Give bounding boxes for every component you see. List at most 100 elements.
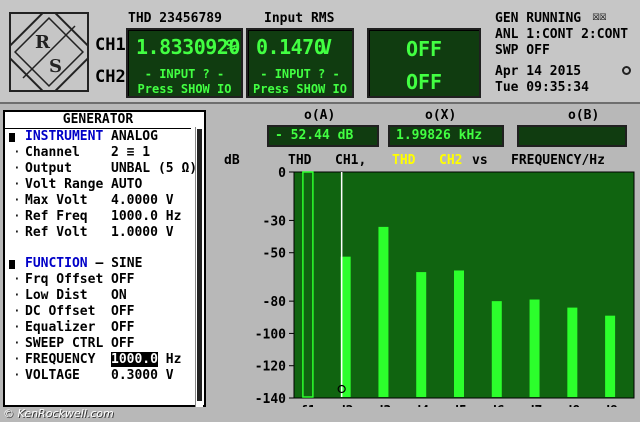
y-tick-label: -120 bbox=[255, 360, 286, 375]
generator-row-frq-offset[interactable]: · Frq Offset OFF bbox=[9, 272, 134, 288]
harmonic-bar-d6[interactable] bbox=[491, 301, 502, 397]
generator-row-label: Ref Freq bbox=[25, 209, 88, 224]
harmonic-bar-d5[interactable] bbox=[454, 270, 464, 397]
frequency-input-field[interactable]: 1000.0 bbox=[111, 352, 158, 367]
section-marker-icon bbox=[9, 133, 15, 142]
generator-row-label: Frq Offset bbox=[25, 272, 104, 287]
generator-row-label: Low Dist bbox=[25, 288, 88, 303]
generator-row-value: 1000.0 Hz bbox=[111, 209, 182, 224]
generator-row-value: OFF bbox=[111, 320, 135, 335]
x-tick-label: d4 bbox=[413, 404, 429, 407]
generator-row-label: Volt Range bbox=[25, 177, 104, 192]
generator-row-label: Output bbox=[25, 161, 72, 176]
y-tick-label: -30 bbox=[263, 214, 287, 229]
generator-row-label: FREQUENCY bbox=[25, 352, 96, 367]
copyright-credit: © KenRockwell.com bbox=[3, 407, 114, 420]
time-display: Tue 09:35:34 bbox=[495, 80, 589, 95]
generator-row-low-dist[interactable]: · Low Dist ON bbox=[9, 288, 127, 304]
x-tick-label: d2 bbox=[338, 404, 354, 407]
scrollbar-thumb[interactable] bbox=[197, 129, 202, 401]
generator-row-separator: — bbox=[87, 256, 112, 271]
generator-row-label: Equalizer bbox=[25, 320, 96, 335]
harmonic-bar-d8[interactable] bbox=[567, 307, 578, 397]
generator-row-function[interactable]: FUNCTION — SINE bbox=[9, 256, 142, 272]
generator-row-max-volt[interactable]: · Max Volt 4.0000 V bbox=[9, 193, 174, 209]
generator-row-dc-offset[interactable]: · DC Offset OFF bbox=[9, 304, 134, 320]
generator-row-label: FUNCTION bbox=[25, 256, 88, 271]
generator-row-value: UNBAL (5 Ω) bbox=[111, 161, 198, 176]
x-tick-label: d3 bbox=[376, 404, 392, 407]
rms-display[interactable]: 0.1470 V - INPUT ? - Press SHOW IO bbox=[246, 28, 354, 98]
harmonic-bar-d4[interactable] bbox=[416, 272, 427, 397]
generator-row-value: SINE bbox=[111, 256, 143, 271]
generator-row-volt-range[interactable]: · Volt Range AUTO bbox=[9, 177, 142, 193]
generator-row-frequency[interactable]: · FREQUENCY 1000.0 Hz bbox=[9, 352, 181, 368]
generator-row-ref-freq[interactable]: · Ref Freq 1000.0 Hz bbox=[9, 209, 181, 225]
ch1-rms-value: 0.1470 bbox=[256, 35, 326, 59]
row-dash-icon: · bbox=[13, 272, 21, 287]
ch2-thd-line2: Press SHOW IO bbox=[137, 82, 232, 96]
generator-row-label: VOLTAGE bbox=[25, 368, 80, 383]
generator-row-equalizer[interactable]: · Equalizer OFF bbox=[9, 320, 134, 336]
generator-row-value: OFF bbox=[111, 272, 135, 287]
row-dash-icon: · bbox=[13, 304, 21, 319]
harmonics-bar-chart[interactable]: 0 -30 -50 -80 -100 -120 -140 f1 d2 d3 d4 d5 d6 d7 d8 d9 bbox=[210, 108, 640, 407]
generator-row-value: 2 ≡ 1 bbox=[111, 145, 151, 160]
third-display-ch1: OFF bbox=[405, 37, 443, 61]
generator-row-label: Ref Volt bbox=[25, 225, 88, 240]
y-tick-label: -80 bbox=[263, 295, 287, 310]
generator-row-label: Channel bbox=[25, 145, 80, 160]
x-tick-label: d7 bbox=[527, 404, 543, 407]
row-dash-icon: · bbox=[13, 320, 21, 335]
generator-panel[interactable]: GENERATOR INSTRUMENT ANALOG · Channel 2 ≡ 1 ·… bbox=[3, 110, 206, 407]
svg-text:R: R bbox=[35, 32, 51, 53]
sweep-status: SWP OFF bbox=[495, 43, 550, 58]
generator-row-value: 1.0000 V bbox=[111, 225, 174, 240]
graph-panel: o(A) o(X) o(B) - 52.44 dB 1.99826 kHz dB… bbox=[210, 108, 640, 407]
ch1-thd-value: 1.8330920 bbox=[136, 35, 240, 59]
ch1-thd-unit: % bbox=[226, 35, 239, 59]
generator-scrollbar[interactable] bbox=[195, 127, 203, 407]
generator-row-ref-volt[interactable]: · Ref Volt 1.0000 V bbox=[9, 225, 174, 241]
generator-row-label: INSTRUMENT bbox=[25, 129, 104, 144]
y-tick-label: -140 bbox=[255, 392, 286, 407]
generator-row-sweep-ctrl[interactable]: · SWEEP CTRL OFF bbox=[9, 336, 134, 352]
ch1-rms-unit: V bbox=[320, 35, 333, 59]
generator-row-instrument[interactable]: INSTRUMENT ANALOG bbox=[9, 129, 158, 145]
generator-row-voltage[interactable]: · VOLTAGE 0.3000 V bbox=[9, 368, 174, 384]
generator-row-value: ON bbox=[111, 288, 127, 303]
date-display: Apr 14 2015 bbox=[495, 64, 582, 79]
ch2-label: CH2 bbox=[95, 67, 126, 87]
y-tick-label: 0 bbox=[278, 166, 286, 181]
harmonic-bar-d7[interactable] bbox=[529, 299, 540, 397]
ch2-rms-line2: Press SHOW IO bbox=[253, 82, 347, 96]
generator-status: GEN RUNNING bbox=[495, 11, 582, 26]
x-tick-label: d9 bbox=[602, 404, 618, 407]
generator-row-channel[interactable]: · Channel 2 ≡ 1 bbox=[9, 145, 150, 161]
generator-row-value: AUTO bbox=[111, 177, 143, 192]
svg-text:S: S bbox=[49, 56, 62, 77]
third-display-ch2: OFF bbox=[405, 70, 443, 94]
top-status-bar: R S CH1 CH2 THD 23456789 Input RMS 1.833… bbox=[0, 0, 640, 104]
x-tick-label: f1 bbox=[300, 404, 316, 407]
row-dash-icon: · bbox=[13, 161, 21, 176]
third-display[interactable]: OFF OFF bbox=[367, 28, 481, 98]
row-dash-icon: · bbox=[13, 145, 21, 160]
row-dash-icon: · bbox=[13, 209, 21, 224]
generator-row-output[interactable]: · Output UNBAL (5 Ω) bbox=[9, 161, 197, 177]
analyzer-status: ANL 1:CONT 2:CONT bbox=[495, 27, 629, 42]
row-dash-icon: · bbox=[13, 368, 21, 383]
generator-row-value: OFF bbox=[111, 336, 135, 351]
generator-title: GENERATOR bbox=[5, 112, 191, 129]
thd-display[interactable]: 1.8330920 % - INPUT ? - Press SHOW IO bbox=[126, 28, 243, 98]
y-tick-label: -100 bbox=[255, 327, 286, 342]
thd-header: THD 23456789 bbox=[128, 11, 222, 26]
ch1-label: CH1 bbox=[95, 35, 126, 55]
ch2-rms-line1: - INPUT ? - bbox=[260, 67, 340, 81]
harmonic-bar-d3[interactable] bbox=[378, 226, 389, 397]
clock-icon bbox=[622, 66, 631, 75]
harmonic-bar-d9[interactable] bbox=[605, 315, 616, 397]
row-dash-icon: · bbox=[13, 193, 21, 208]
input-rms-header: Input RMS bbox=[264, 11, 335, 26]
sweep-icons: ☒☒ bbox=[592, 9, 607, 24]
